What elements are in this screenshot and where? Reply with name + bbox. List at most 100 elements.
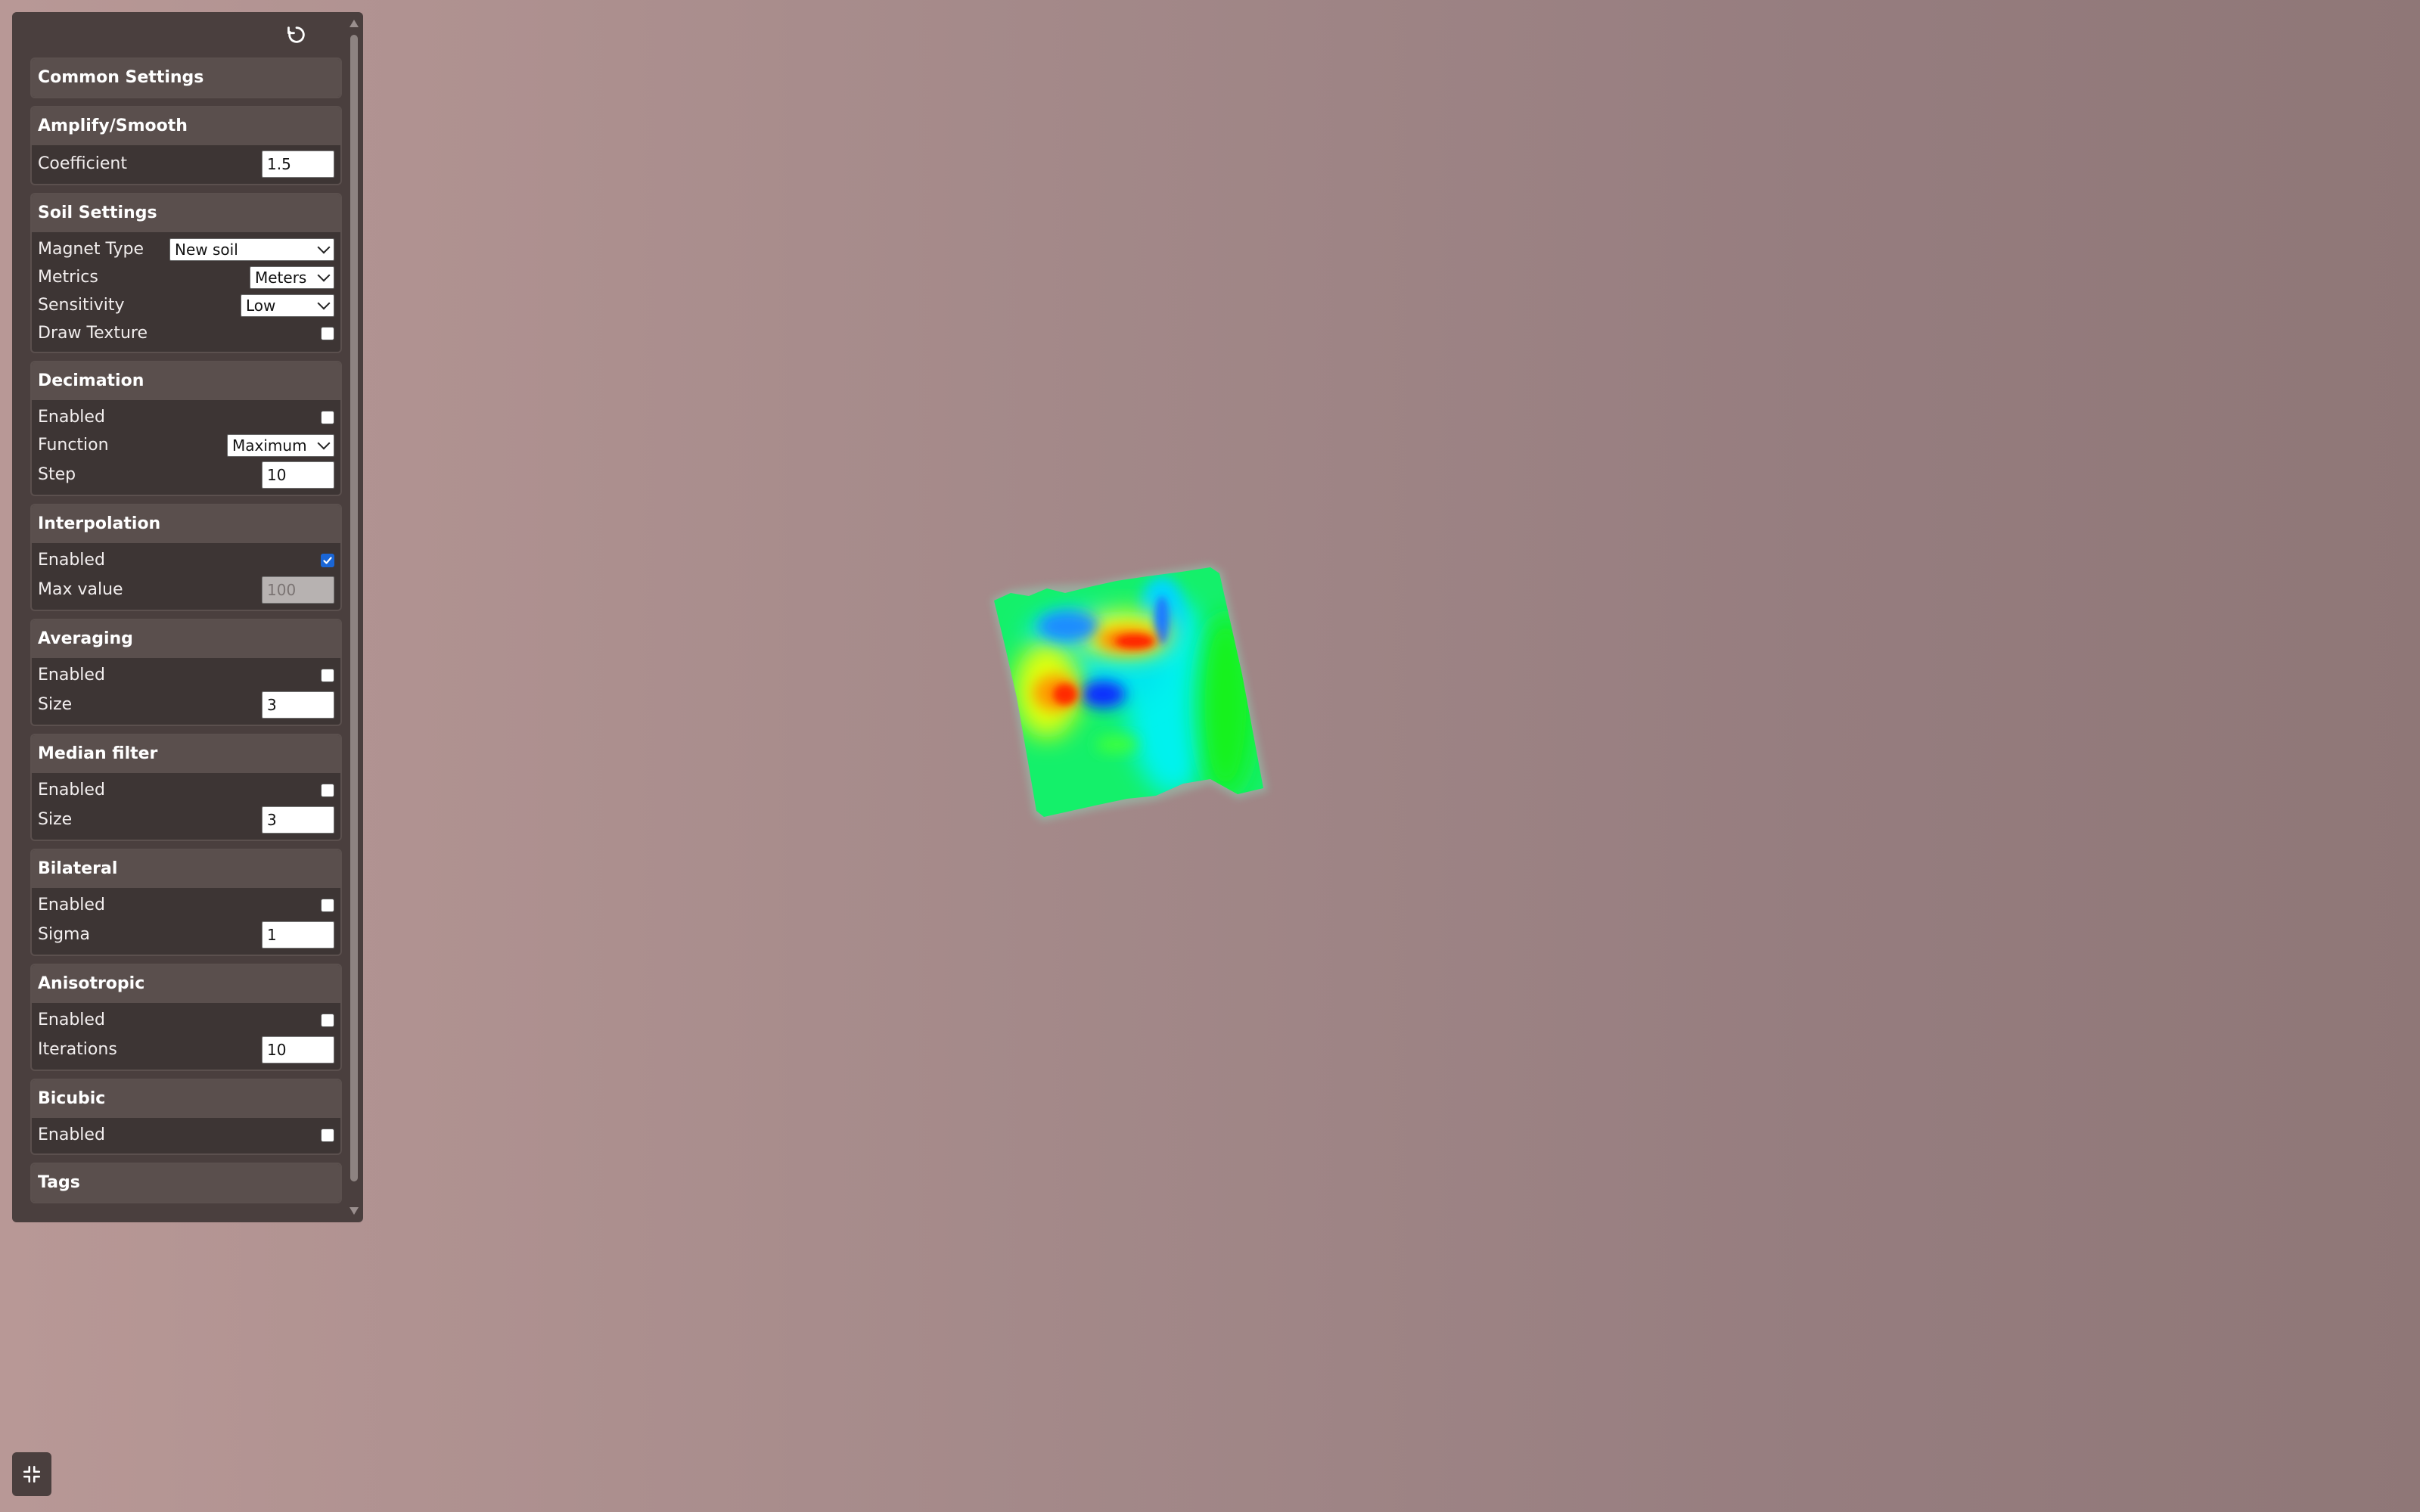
scroll-thumb[interactable] (350, 35, 358, 1181)
settings-panel: Common Settings Amplify/Smooth Coefficie… (12, 12, 363, 1222)
anisotropic-enabled-label: Enabled (38, 1011, 105, 1029)
iterations-input[interactable] (262, 1035, 334, 1063)
section-averaging: Averaging Enabled Size (30, 619, 342, 726)
row-coefficient: Coefficient (32, 148, 340, 179)
scroll-up-arrow[interactable] (349, 20, 359, 27)
sensitivity-select[interactable]: Low (241, 293, 334, 317)
section-decimation: Decimation Enabled Function Maximum Step (30, 361, 342, 496)
collapse-button[interactable] (12, 1452, 51, 1496)
section-header-common-settings[interactable]: Common Settings (32, 59, 340, 97)
metrics-value: Meters (255, 268, 307, 287)
iterations-label: Iterations (38, 1040, 117, 1059)
decimation-enabled-checkbox[interactable] (321, 410, 334, 424)
section-header-anisotropic[interactable]: Anisotropic (32, 965, 340, 1003)
magnetic-surface-3d[interactable] (983, 529, 1437, 983)
surface-green-region (1095, 735, 1138, 753)
function-value: Maximum (232, 436, 307, 455)
chevron-down-icon (317, 269, 331, 281)
surface-blue-region (1038, 611, 1098, 641)
row-step: Step (32, 459, 340, 490)
row-sensitivity: Sensitivity Low (32, 291, 340, 319)
row-anisotropic-enabled: Enabled (32, 1006, 340, 1034)
coefficient-input[interactable] (262, 150, 334, 178)
averaging-enabled-label: Enabled (38, 666, 105, 685)
section-tags: Tags (30, 1163, 342, 1203)
averaging-size-input[interactable] (262, 691, 334, 719)
section-header-bicubic[interactable]: Bicubic (32, 1080, 340, 1118)
function-select[interactable]: Maximum (227, 433, 334, 457)
row-max-value: Max value (32, 574, 340, 605)
median-enabled-checkbox[interactable] (321, 783, 334, 797)
magnet-type-select[interactable]: New soil (169, 238, 334, 261)
section-bilateral: Bilateral Enabled Sigma (30, 849, 342, 956)
averaging-size-label: Size (38, 695, 73, 714)
row-draw-texture: Draw Texture (32, 319, 340, 347)
section-median-filter: Median filter Enabled Size (30, 734, 342, 841)
sigma-input[interactable] (262, 921, 334, 948)
median-size-label: Size (38, 810, 73, 829)
section-header-median-filter[interactable]: Median filter (32, 735, 340, 773)
metrics-label: Metrics (38, 268, 98, 287)
anisotropic-enabled-checkbox[interactable] (321, 1013, 334, 1027)
row-bilateral-enabled: Enabled (32, 891, 340, 919)
magnet-type-label: Magnet Type (38, 240, 144, 259)
section-bicubic: Bicubic Enabled (30, 1079, 342, 1155)
step-input[interactable] (262, 461, 334, 489)
step-label: Step (38, 465, 76, 484)
row-sigma: Sigma (32, 919, 340, 950)
sensitivity-value: Low (246, 296, 276, 315)
section-header-bilateral[interactable]: Bilateral (32, 850, 340, 888)
row-interpolation-enabled: Enabled (32, 546, 340, 574)
section-anisotropic: Anisotropic Enabled Iterations (30, 964, 342, 1071)
sigma-label: Sigma (38, 925, 90, 944)
row-median-size: Size (32, 804, 340, 835)
median-enabled-label: Enabled (38, 781, 105, 799)
surface-red-region (1053, 684, 1077, 705)
row-averaging-enabled: Enabled (32, 661, 340, 689)
surface-red-region (1115, 635, 1154, 648)
section-common-settings: Common Settings (30, 57, 342, 98)
median-size-input[interactable] (262, 806, 334, 834)
max-value-label: Max value (38, 580, 123, 599)
coefficient-label: Coefficient (38, 154, 127, 173)
draw-texture-checkbox[interactable] (321, 326, 334, 340)
row-metrics: Metrics Meters (32, 263, 340, 291)
panel-toolbar (12, 12, 345, 51)
row-magnet-type: Magnet Type New soil (32, 235, 340, 263)
compress-icon (23, 1465, 41, 1483)
section-interpolation: Interpolation Enabled Max value (30, 504, 342, 611)
function-label: Function (38, 436, 109, 455)
max-value-input (262, 576, 334, 604)
interpolation-enabled-label: Enabled (38, 551, 105, 570)
row-bicubic-enabled: Enabled (32, 1121, 340, 1149)
chevron-down-icon (317, 297, 331, 309)
row-median-enabled: Enabled (32, 776, 340, 804)
section-header-tags[interactable]: Tags (32, 1164, 340, 1202)
row-function: Function Maximum (32, 431, 340, 459)
interpolation-enabled-checkbox[interactable] (321, 553, 334, 567)
bicubic-enabled-checkbox[interactable] (321, 1128, 334, 1142)
reset-icon (287, 26, 305, 43)
surface-green-region (1197, 614, 1254, 796)
checkmark-icon (323, 556, 332, 564)
panel-scrollbar[interactable] (348, 15, 360, 1219)
section-header-decimation[interactable]: Decimation (32, 362, 340, 400)
section-header-amplify-smooth[interactable]: Amplify/Smooth (32, 107, 340, 145)
settings-sections: Common Settings Amplify/Smooth Coefficie… (30, 57, 342, 1211)
chevron-down-icon (317, 241, 331, 253)
bicubic-enabled-label: Enabled (38, 1125, 105, 1144)
chevron-down-icon (317, 436, 331, 449)
decimation-enabled-label: Enabled (38, 408, 105, 427)
reset-button[interactable] (281, 21, 312, 48)
section-header-soil-settings[interactable]: Soil Settings (32, 194, 340, 232)
metrics-select[interactable]: Meters (250, 265, 334, 289)
row-averaging-size: Size (32, 689, 340, 720)
bilateral-enabled-checkbox[interactable] (321, 898, 334, 912)
row-decimation-enabled: Enabled (32, 403, 340, 431)
section-amplify-smooth: Amplify/Smooth Coefficient (30, 106, 342, 185)
averaging-enabled-checkbox[interactable] (321, 668, 334, 682)
section-header-averaging[interactable]: Averaging (32, 620, 340, 658)
row-iterations: Iterations (32, 1034, 340, 1065)
section-header-interpolation[interactable]: Interpolation (32, 505, 340, 543)
scroll-down-arrow[interactable] (349, 1207, 359, 1215)
